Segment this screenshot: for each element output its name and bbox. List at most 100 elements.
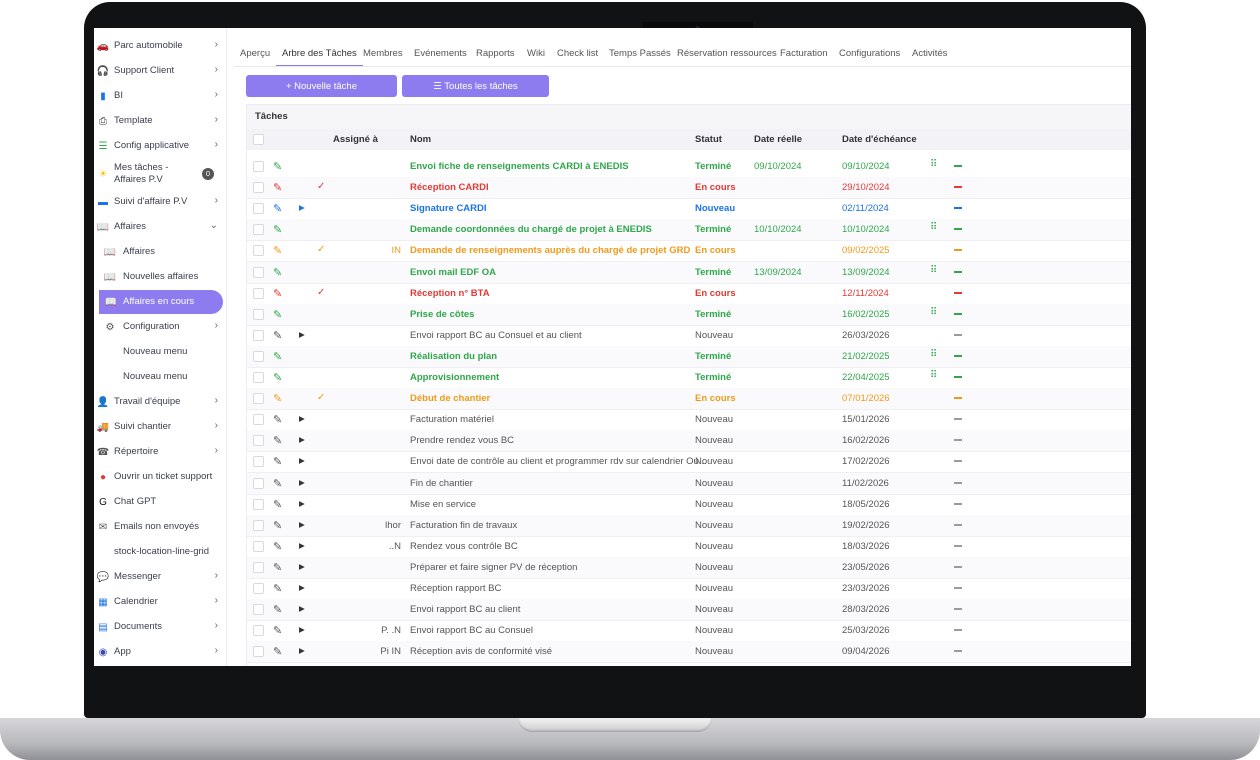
edit-pencil-icon[interactable]: ✎ (273, 371, 282, 384)
col-assigned[interactable]: Assigné à (333, 134, 378, 145)
expand-triangle-icon[interactable]: ▶ (299, 456, 305, 465)
expand-triangle-icon[interactable]: ▶ (299, 604, 305, 613)
sidebar-item-9[interactable]: 📖 Nouvelles affaires (94, 265, 226, 289)
task-name[interactable]: Réalisation du plan (410, 351, 497, 362)
edit-pencil-icon[interactable]: ✎ (273, 266, 282, 279)
tab-1[interactable]: Arbre des Tâches (276, 48, 363, 67)
sidebar-item-10[interactable]: 📖 Affaires en cours (99, 290, 223, 314)
edit-pencil-icon[interactable]: ✎ (273, 244, 282, 257)
drag-grid-icon[interactable]: ⠿ (930, 370, 937, 381)
task-name[interactable]: Envoi fiche de renseignements CARDI à EN… (410, 161, 629, 172)
row-checkbox[interactable] (253, 646, 264, 658)
table-row[interactable]: ✎ ▶ Signature CARDI Nouveau 02/11/2024 (247, 198, 1131, 221)
tab-0[interactable]: Aperçu (240, 48, 270, 59)
task-name[interactable]: Envoi rapport BC au Consuel et au client (410, 330, 582, 341)
edit-pencil-icon[interactable]: ✎ (273, 223, 282, 236)
expand-triangle-icon[interactable]: ▶ (299, 330, 305, 339)
row-checkbox[interactable] (253, 540, 264, 552)
select-all-checkbox[interactable] (253, 134, 264, 145)
table-row[interactable]: ✎ ✓ Réception CARDI En cours 29/10/2024 (247, 177, 1131, 200)
table-row[interactable]: ✎ ▶ Facturation matériel Nouveau 15/01/2026 (247, 409, 1131, 432)
expand-triangle-icon[interactable]: ▶ (299, 414, 305, 423)
sidebar-item-14[interactable]: 👤 Travail d'équipe › (94, 390, 226, 414)
tab-11[interactable]: Activités (912, 48, 947, 59)
edit-pencil-icon[interactable]: ✎ (273, 202, 282, 215)
table-row[interactable]: ✎ Envoi mail EDF OA Terminé 13/09/2024 13/09… (247, 261, 1131, 284)
row-checkbox[interactable] (253, 625, 264, 637)
table-row[interactable]: ✎ ▶ Fin de chantier Nouveau 11/02/2026 (247, 472, 1131, 495)
task-name[interactable]: Réception CARDI (410, 182, 489, 193)
task-name[interactable]: Demande coordonnées du chargé de projet … (410, 224, 652, 235)
drag-grid-icon[interactable]: ⠿ (930, 349, 937, 360)
row-checkbox[interactable] (253, 561, 264, 573)
task-name[interactable]: Envoi rapport BC au client (410, 604, 520, 615)
task-name[interactable]: Approvisionnement (410, 372, 499, 383)
row-checkbox[interactable] (253, 583, 264, 594)
task-name[interactable]: Réception n° BTA (410, 288, 490, 299)
row-checkbox[interactable] (253, 308, 264, 320)
edit-pencil-icon[interactable]: ✎ (273, 413, 282, 426)
task-name[interactable]: Envoi mail EDF OA (410, 267, 496, 278)
tab-4[interactable]: Rapports (476, 48, 515, 59)
row-checkbox[interactable] (253, 203, 264, 215)
edit-pencil-icon[interactable]: ✎ (273, 329, 282, 342)
table-row[interactable]: ✎ ✓ IN Demande de renseignements auprès du … (247, 240, 1131, 263)
tab-5[interactable]: Wiki (527, 48, 545, 59)
row-checkbox[interactable] (253, 245, 264, 257)
task-name[interactable]: Mise en service (410, 499, 476, 510)
tab-7[interactable]: Temps Passés (609, 48, 671, 59)
edit-pencil-icon[interactable]: ✎ (273, 645, 282, 658)
edit-pencil-icon[interactable]: ✎ (273, 455, 282, 468)
sidebar-item-15[interactable]: 🚚 Suivi chantier › (94, 415, 226, 439)
expand-triangle-icon[interactable]: ▶ (299, 499, 305, 508)
edit-pencil-icon[interactable]: ✎ (273, 160, 282, 173)
sidebar-item-6[interactable]: ▬ Suivi d'affaire P.V › (94, 190, 226, 214)
table-row[interactable]: ✎ ▶ Réception rapport BC Nouveau 23/03/2026 (247, 578, 1131, 600)
table-row[interactable]: ✎ ▶ Mise en service Nouveau 18/05/2026 (247, 494, 1131, 516)
tab-3[interactable]: Evénements (414, 48, 467, 59)
edit-pencil-icon[interactable]: ✎ (273, 477, 282, 490)
task-name[interactable]: Envoi rapport BC au Consuel (410, 625, 533, 636)
drag-grid-icon[interactable]: ⠿ (930, 222, 937, 233)
table-row[interactable]: ✎ ▶ Envoi rapport BC au client Nouveau 28/03… (247, 599, 1131, 622)
tab-10[interactable]: Configurations (839, 48, 900, 59)
expand-triangle-icon[interactable]: ▶ (299, 625, 305, 634)
expand-triangle-icon[interactable]: ▶ (299, 478, 305, 487)
table-row[interactable]: ✎ ▶ Prendre rendez vous BC Nouveau 16/02/202… (247, 430, 1131, 453)
row-checkbox[interactable] (253, 604, 264, 616)
task-name[interactable]: Réception avis de conformité visé (410, 646, 552, 657)
edit-pencil-icon[interactable]: ✎ (273, 181, 282, 194)
sidebar-item-13[interactable]: Nouveau menu (94, 365, 226, 389)
sidebar-item-24[interactable]: ◉ App › (94, 640, 226, 664)
sidebar-item-7[interactable]: 📖 Affaires ⌄ (94, 215, 226, 239)
expand-triangle-icon[interactable]: ▶ (299, 646, 305, 655)
sidebar-item-23[interactable]: ▤ Documents › (94, 615, 226, 639)
sidebar-item-3[interactable]: ⎙ Template › (94, 109, 226, 133)
expand-triangle-icon[interactable]: ▶ (299, 583, 305, 592)
edit-pencil-icon[interactable]: ✎ (273, 540, 282, 553)
table-row[interactable]: ✎ Prise de côtes Terminé 16/02/2025 ⠿ (247, 303, 1131, 326)
row-checkbox[interactable] (253, 498, 264, 510)
row-checkbox[interactable] (253, 224, 264, 236)
row-checkbox[interactable] (253, 161, 264, 172)
row-checkbox[interactable] (253, 414, 264, 426)
sidebar-item-22[interactable]: ▦ Calendrier › (94, 590, 226, 614)
row-checkbox[interactable] (253, 350, 264, 362)
task-name[interactable]: Prendre rendez vous BC (410, 435, 514, 446)
row-checkbox[interactable] (253, 182, 264, 194)
tab-2[interactable]: Membres (363, 48, 403, 59)
sidebar-item-0[interactable]: 🚗 Parc automobile › (94, 34, 226, 58)
table-row[interactable]: ✎ Demande coordonnées du chargé de projet… (247, 219, 1131, 242)
row-checkbox[interactable] (253, 393, 264, 405)
sidebar-item-19[interactable]: ✉ Emails non envoyés (94, 515, 226, 539)
tab-6[interactable]: Check list (557, 48, 598, 59)
col-status[interactable]: Statut (695, 134, 722, 145)
all-tasks-button[interactable]: ☰ Toutes les tâches (402, 75, 549, 97)
row-checkbox[interactable] (253, 329, 264, 341)
drag-grid-icon[interactable]: ⠿ (930, 307, 937, 318)
task-name[interactable]: Fin de chantier (410, 478, 473, 489)
expand-triangle-icon[interactable]: ▶ (299, 520, 305, 529)
edit-pencil-icon[interactable]: ✎ (273, 519, 282, 532)
sidebar-item-2[interactable]: ▮ BI › (94, 84, 226, 108)
edit-pencil-icon[interactable]: ✎ (273, 498, 282, 511)
